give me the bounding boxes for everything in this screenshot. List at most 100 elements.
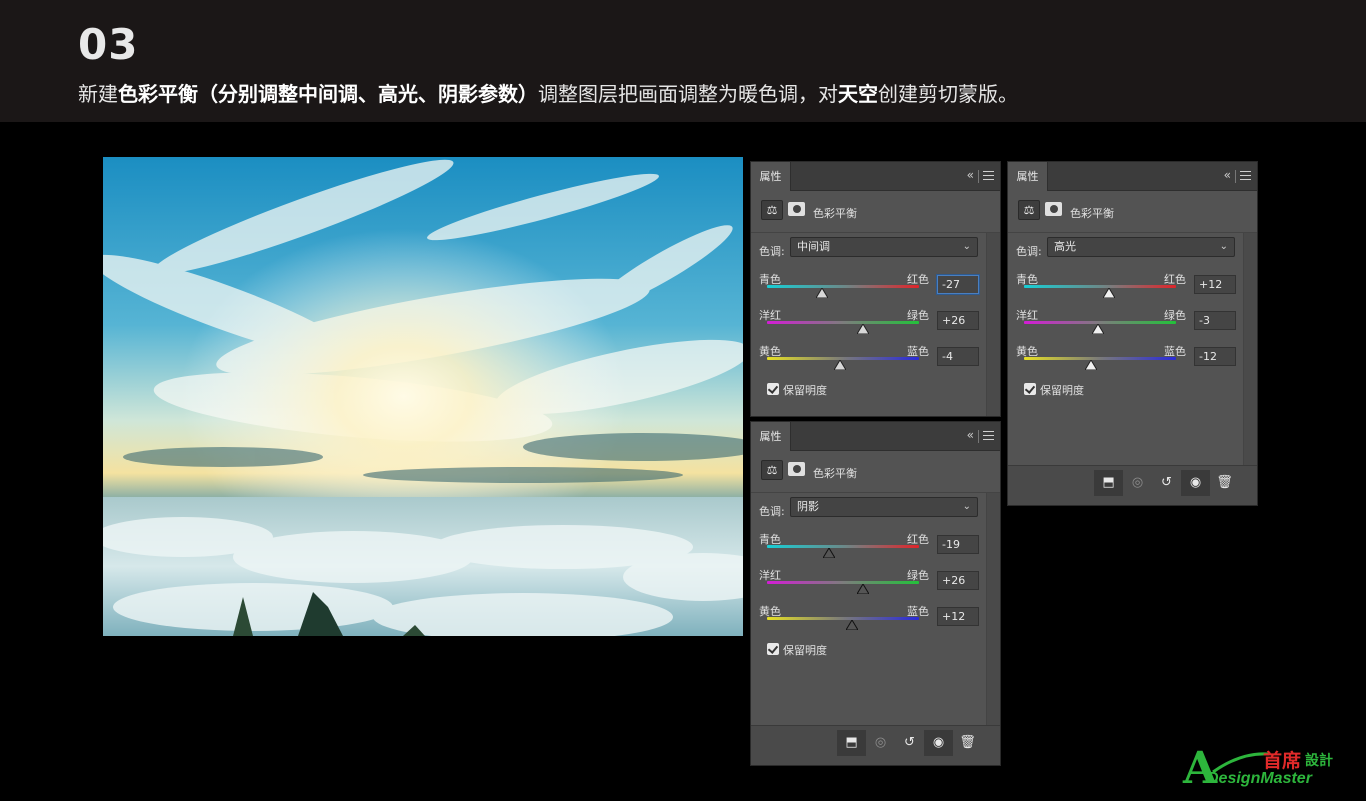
step-number: 03 bbox=[78, 20, 139, 69]
logo-chinese-text: 首席 bbox=[1263, 750, 1302, 772]
adjustment-title: 色彩平衡 bbox=[1070, 207, 1114, 220]
tone-select[interactable]: 高光 ⌄ bbox=[1047, 237, 1235, 257]
preserve-luminosity-label: 保留明度 bbox=[783, 384, 827, 397]
clip-to-layer-icon[interactable]: ⬒ bbox=[1094, 470, 1123, 496]
slider-track[interactable] bbox=[767, 545, 919, 548]
instruction-bold: 色彩平衡（分别调整中间调、高光、阴影参数） bbox=[118, 82, 538, 106]
collapse-icon[interactable]: « bbox=[1224, 168, 1231, 182]
slider-yellow-blue: 黄色 蓝色 -4 bbox=[759, 343, 979, 379]
slider-magenta-green: 洋红 绿色 +26 bbox=[759, 567, 979, 603]
panel-menu-icon[interactable] bbox=[1240, 171, 1251, 180]
color-balance-icon[interactable]: ⚖ bbox=[761, 200, 783, 220]
slider-yellow-blue: 黄色 蓝色 -12 bbox=[1016, 343, 1236, 379]
visibility-eye-icon[interactable]: ◉ bbox=[1181, 470, 1210, 496]
panel-menu-icon[interactable] bbox=[983, 431, 994, 440]
properties-panel-shadows: 属性 « ⚖ 色彩平衡 色调: 阴影 ⌄ 青色 红色 -19 洋红 绿色 +26 … bbox=[750, 421, 1001, 766]
reset-icon[interactable]: ↺ bbox=[1152, 470, 1181, 496]
slider-value-input[interactable]: -27 bbox=[937, 275, 979, 294]
instruction-part: 创建剪切蒙版。 bbox=[878, 82, 1018, 106]
instruction-bold: 天空 bbox=[838, 82, 878, 106]
panel-footer: ⬒ ◎ ↺ ◉ 🗑 bbox=[751, 725, 1000, 765]
chevron-down-icon: ⌄ bbox=[962, 241, 971, 252]
checkbox-checked[interactable] bbox=[1024, 383, 1036, 395]
slider-track[interactable] bbox=[767, 581, 919, 584]
panel-scrollbar[interactable] bbox=[986, 233, 1000, 416]
tone-label: 色调: bbox=[759, 245, 785, 258]
designmaster-logo: A 首席 設計 DesignMaster bbox=[1183, 744, 1359, 796]
slider-value-input[interactable]: +26 bbox=[937, 571, 979, 590]
instruction-part: 调整图层把画面调整为暖色调，对 bbox=[538, 82, 838, 106]
slider-track[interactable] bbox=[1024, 357, 1176, 360]
panel-body: 色调: 阴影 ⌄ 青色 红色 -19 洋红 绿色 +26 黄色 蓝色 +12 保留… bbox=[751, 493, 986, 725]
panel-menu-icon[interactable] bbox=[983, 171, 994, 180]
slider-magenta-green: 洋红 绿色 +26 bbox=[759, 307, 979, 343]
divider bbox=[978, 170, 979, 183]
slider-value-input[interactable]: +26 bbox=[937, 311, 979, 330]
instruction-text: 新建色彩平衡（分别调整中间调、高光、阴影参数）调整图层把画面调整为暖色调，对天空… bbox=[78, 78, 1018, 107]
panel-body: 色调: 中间调 ⌄ 青色 红色 -27 洋红 绿色 +26 黄色 蓝色 -4 保留… bbox=[751, 233, 986, 397]
slider-magenta-green: 洋红 绿色 -3 bbox=[1016, 307, 1236, 343]
preserve-luminosity-label: 保留明度 bbox=[1040, 384, 1084, 397]
tone-select-value: 阴影 bbox=[797, 500, 819, 513]
panel-scrollbar[interactable] bbox=[1243, 233, 1257, 465]
trash-icon[interactable]: 🗑 bbox=[1210, 470, 1239, 496]
slider-value-input[interactable]: -12 bbox=[1194, 347, 1236, 366]
logo-english-text: DesignMaster bbox=[1207, 770, 1312, 787]
color-balance-icon[interactable]: ⚖ bbox=[761, 460, 783, 480]
reset-icon[interactable]: ↺ bbox=[895, 730, 924, 756]
panel-tabbar: 属性 « bbox=[751, 422, 1000, 451]
tab-properties[interactable]: 属性 bbox=[751, 162, 791, 191]
checkbox-checked[interactable] bbox=[767, 383, 779, 395]
slider-track[interactable] bbox=[767, 617, 919, 620]
slider-cyan-red: 青色 红色 -19 bbox=[759, 531, 979, 567]
adjustment-header: ⚖ 色彩平衡 bbox=[1008, 191, 1257, 233]
sky-photo bbox=[103, 157, 743, 636]
header-banner: 03 新建色彩平衡（分别调整中间调、高光、阴影参数）调整图层把画面调整为暖色调，… bbox=[0, 0, 1366, 122]
slider-track[interactable] bbox=[1024, 285, 1176, 288]
chevron-down-icon: ⌄ bbox=[962, 501, 971, 512]
slider-value-input[interactable]: +12 bbox=[1194, 275, 1236, 294]
panel-body: 色调: 高光 ⌄ 青色 红色 +12 洋红 绿色 -3 黄色 蓝色 -12 保留明… bbox=[1008, 233, 1243, 465]
panel-footer: ⬒ ◎ ↺ ◉ 🗑 bbox=[1008, 465, 1257, 505]
tone-label: 色调: bbox=[759, 505, 785, 518]
tab-properties[interactable]: 属性 bbox=[751, 422, 791, 451]
adjustment-header: ⚖ 色彩平衡 bbox=[751, 191, 1000, 233]
tone-label: 色调: bbox=[1016, 245, 1042, 258]
slider-track[interactable] bbox=[767, 285, 919, 288]
view-previous-icon[interactable]: ◎ bbox=[1123, 470, 1152, 496]
properties-panel-highlights: 属性 « ⚖ 色彩平衡 色调: 高光 ⌄ 青色 红色 +12 洋红 绿色 -3 黄… bbox=[1007, 161, 1258, 506]
checkbox-checked[interactable] bbox=[767, 643, 779, 655]
tone-select[interactable]: 阴影 ⌄ bbox=[790, 497, 978, 517]
preserve-luminosity-label: 保留明度 bbox=[783, 644, 827, 657]
adjustment-header: ⚖ 色彩平衡 bbox=[751, 451, 1000, 493]
adjustment-title: 色彩平衡 bbox=[813, 467, 857, 480]
slider-yellow-blue: 黄色 蓝色 +12 bbox=[759, 603, 979, 639]
slider-value-input[interactable]: -4 bbox=[937, 347, 979, 366]
slider-cyan-red: 青色 红色 +12 bbox=[1016, 271, 1236, 307]
layer-mask-icon[interactable] bbox=[788, 462, 805, 476]
divider bbox=[978, 430, 979, 443]
slider-value-input[interactable]: -3 bbox=[1194, 311, 1236, 330]
color-balance-icon[interactable]: ⚖ bbox=[1018, 200, 1040, 220]
adjustment-title: 色彩平衡 bbox=[813, 207, 857, 220]
tab-properties[interactable]: 属性 bbox=[1008, 162, 1048, 191]
instruction-part: 新建 bbox=[78, 82, 118, 106]
slider-value-input[interactable]: -19 bbox=[937, 535, 979, 554]
chevron-down-icon: ⌄ bbox=[1219, 241, 1228, 252]
trash-icon[interactable]: 🗑 bbox=[953, 730, 982, 756]
slider-track[interactable] bbox=[767, 321, 919, 324]
collapse-icon[interactable]: « bbox=[967, 428, 974, 442]
panel-scrollbar[interactable] bbox=[986, 493, 1000, 725]
properties-panel-midtones: 属性 « ⚖ 色彩平衡 色调: 中间调 ⌄ 青色 红色 -27 洋红 绿色 +26… bbox=[750, 161, 1001, 417]
collapse-icon[interactable]: « bbox=[967, 168, 974, 182]
divider bbox=[1235, 170, 1236, 183]
view-previous-icon[interactable]: ◎ bbox=[866, 730, 895, 756]
tone-select[interactable]: 中间调 ⌄ bbox=[790, 237, 978, 257]
panel-tabbar: 属性 « bbox=[1008, 162, 1257, 191]
visibility-eye-icon[interactable]: ◉ bbox=[924, 730, 953, 756]
layer-mask-icon[interactable] bbox=[1045, 202, 1062, 216]
layer-mask-icon[interactable] bbox=[788, 202, 805, 216]
slider-value-input[interactable]: +12 bbox=[937, 607, 979, 626]
panel-tabbar: 属性 « bbox=[751, 162, 1000, 191]
clip-to-layer-icon[interactable]: ⬒ bbox=[837, 730, 866, 756]
